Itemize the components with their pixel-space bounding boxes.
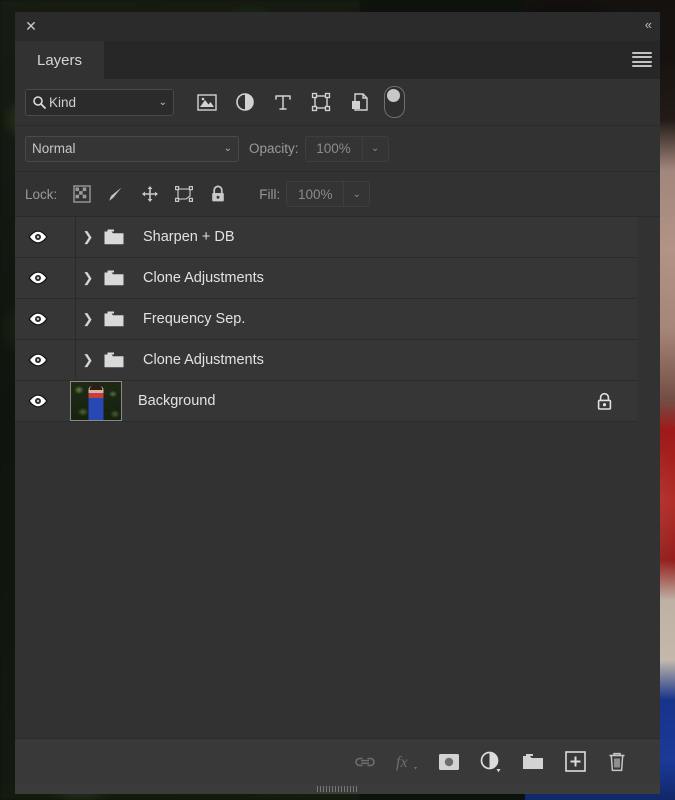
layer-name[interactable]: Sharpen + DB (143, 229, 235, 245)
filter-type-icons (188, 86, 405, 118)
layer-visibility-eye-icon[interactable] (15, 299, 60, 339)
fx-icon: fx (394, 751, 420, 773)
layer-filter-bar: Kind ⌄ (15, 79, 660, 126)
folder-icon (521, 752, 545, 771)
layer-expand-chevron-icon[interactable]: ❯ (75, 229, 101, 245)
layer-locked-icon (596, 381, 613, 421)
filter-kind-select[interactable]: Kind ⌄ (25, 88, 174, 116)
thumbnail-subject (88, 386, 104, 420)
fill-slider-chevron-icon[interactable]: ⌄ (343, 182, 369, 206)
layer-visibility-eye-icon[interactable] (15, 381, 60, 421)
layer-name[interactable]: Clone Adjustments (143, 270, 264, 286)
chevron-down-icon: ⌄ (158, 96, 167, 108)
hamburger-line (632, 56, 652, 59)
layer-row-divider (75, 217, 76, 257)
lock-image-pixels-icon[interactable] (99, 180, 133, 208)
lock-artboard-nesting-icon[interactable] (167, 180, 201, 208)
adjustment-half-circle-icon (479, 750, 503, 774)
layer-row-divider (75, 299, 76, 339)
thumbnail-subject-hair (89, 385, 103, 390)
layer-expand-chevron-icon[interactable]: ❯ (75, 270, 101, 286)
panel-tabstrip: Layers (15, 41, 660, 79)
hamburger-line (632, 64, 652, 67)
filter-adjustment-layers-icon[interactable] (226, 87, 264, 117)
lock-transparent-pixels-icon[interactable] (65, 180, 99, 208)
blend-mode-value: Normal (32, 141, 76, 156)
layer-name[interactable]: Clone Adjustments (143, 352, 264, 368)
lock-position-icon[interactable] (133, 180, 167, 208)
filter-type-layers-icon[interactable] (264, 87, 302, 117)
new-layer-button[interactable] (560, 747, 590, 777)
layer-row-divider (75, 340, 76, 380)
link-layers-button[interactable] (350, 747, 380, 777)
panel-bottom-edge (15, 784, 660, 794)
layer-style-button[interactable]: fx (392, 747, 422, 777)
layer-visibility-eye-icon[interactable] (15, 217, 60, 257)
fill-field[interactable]: 100% ⌄ (286, 181, 371, 207)
fill-value[interactable]: 100% (287, 182, 343, 206)
layer-name[interactable]: Background (138, 393, 215, 409)
lock-bar: Lock: Fill: 100% ⌄ (15, 172, 660, 217)
layer-visibility-eye-icon[interactable] (15, 340, 60, 380)
blend-opacity-bar: Normal ⌄ Opacity: 100% ⌄ (15, 126, 660, 172)
trash-icon (607, 751, 627, 773)
filter-kind-label: Kind (49, 94, 77, 110)
svg-text:fx: fx (396, 754, 408, 771)
collapse-panel-icon[interactable]: « (645, 17, 652, 33)
link-icon (354, 755, 376, 769)
tab-layers-label: Layers (37, 51, 83, 69)
opacity-slider-chevron-icon[interactable]: ⌄ (361, 136, 388, 161)
layers-list-rows: ❯ Sharpen + DB ❯ Clone Adjustments ❯ Frequenc… (15, 217, 637, 422)
layer-visibility-eye-icon[interactable] (15, 258, 60, 298)
layer-group-folder-icon (101, 351, 127, 369)
layers-list: ❯ Sharpen + DB ❯ Clone Adjustments ❯ Frequenc… (15, 217, 660, 738)
fill-label: Fill: (259, 186, 281, 202)
new-group-button[interactable] (518, 747, 548, 777)
lock-label: Lock: (25, 186, 58, 202)
filter-shape-layers-icon[interactable] (302, 87, 340, 117)
layer-row[interactable]: Background (15, 381, 637, 422)
layer-group-folder-icon (101, 269, 127, 287)
panel-titlebar: ✕ « (15, 12, 660, 41)
delete-layer-button[interactable] (602, 747, 632, 777)
layer-thumbnail[interactable] (70, 381, 122, 421)
blend-mode-select[interactable]: Normal ⌄ (25, 135, 239, 162)
layer-row[interactable]: ❯ Sharpen + DB (15, 217, 637, 258)
adjustment-layer-button[interactable] (476, 747, 506, 777)
layer-expand-chevron-icon[interactable]: ❯ (75, 311, 101, 327)
hamburger-line (632, 60, 652, 63)
new-layer-plus-icon (564, 751, 586, 772)
layer-row[interactable]: ❯ Frequency Sep. (15, 299, 637, 340)
search-icon (32, 95, 46, 109)
filter-smart-objects-icon[interactable] (340, 87, 378, 117)
opacity-field[interactable]: 100% ⌄ (304, 135, 389, 162)
lock-all-icon[interactable] (201, 180, 235, 208)
tab-layers[interactable]: Layers (15, 41, 105, 79)
add-layer-mask-button[interactable] (434, 747, 464, 777)
layer-row[interactable]: ❯ Clone Adjustments (15, 258, 637, 299)
chevron-down-icon: ⌄ (223, 143, 232, 154)
layers-panel: ✕ « Layers Kind ⌄ Normal ⌄ Opacity: 100%… (15, 12, 660, 794)
layer-group-folder-icon (101, 310, 127, 328)
panel-resize-grip[interactable] (316, 786, 359, 792)
mask-icon (438, 753, 460, 771)
layer-expand-chevron-icon[interactable]: ❯ (75, 352, 101, 368)
filter-enable-toggle[interactable] (384, 86, 405, 118)
layer-group-folder-icon (101, 228, 127, 246)
panel-menu-icon[interactable] (632, 52, 652, 67)
close-icon[interactable]: ✕ (23, 18, 39, 34)
opacity-value[interactable]: 100% (306, 137, 362, 161)
hamburger-line (632, 52, 652, 54)
layers-panel-footer: fx (15, 738, 660, 794)
layer-row-divider (75, 258, 76, 298)
layer-name[interactable]: Frequency Sep. (143, 311, 245, 327)
layer-row[interactable]: ❯ Clone Adjustments (15, 340, 637, 381)
filter-pixel-layers-icon[interactable] (188, 87, 226, 117)
opacity-label: Opacity: (249, 141, 299, 156)
